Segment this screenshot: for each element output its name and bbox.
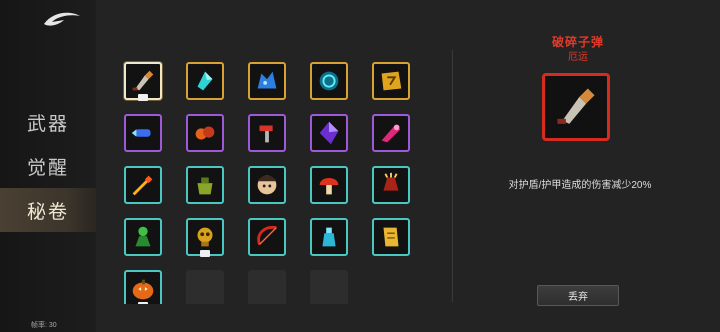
purple-crystal-icon	[319, 121, 339, 145]
shattered-bullet-icon	[557, 88, 595, 124]
scroll-slot[interactable]	[372, 218, 410, 256]
pink-blade-flare-icon	[381, 124, 401, 143]
scroll-grid[interactable]	[112, 54, 430, 304]
game-logo-icon	[44, 12, 80, 26]
red-mushroom-icon	[319, 177, 339, 195]
scroll-slot[interactable]	[310, 218, 348, 256]
detail-description: 对护盾/护甲造成的伤害减少20%	[508, 180, 652, 191]
green-potion-pot-icon	[197, 177, 213, 195]
cyan-crystal-shard-icon	[197, 71, 213, 91]
scroll-slot[interactable]	[248, 62, 286, 100]
character-face-icon	[257, 175, 277, 195]
scroll-slot[interactable]	[124, 166, 162, 204]
blue-bullet-burst-icon	[131, 129, 151, 137]
scroll-slot[interactable]	[186, 166, 224, 204]
scroll-slot[interactable]	[310, 62, 348, 100]
green-spirit-figure-icon	[135, 226, 151, 247]
detail-item-frame	[542, 73, 610, 141]
red-hammer-icon	[259, 125, 273, 143]
scroll-slot[interactable]	[372, 114, 410, 152]
sidebar: 武器 觉醒 秘卷 帧率: 30	[0, 0, 96, 332]
scroll-slot[interactable]	[372, 166, 410, 204]
golden-scroll-icon	[383, 227, 399, 247]
red-claw-gauntlet-icon	[383, 172, 399, 191]
empty-slot	[310, 270, 348, 304]
scroll-slot[interactable]	[248, 166, 286, 204]
red-bow-slash-icon	[257, 225, 277, 245]
empty-slot	[248, 270, 286, 304]
orange-orb-pair-icon	[195, 126, 215, 140]
discard-button-label: 丢弃	[568, 292, 588, 303]
teal-vortex-orb-icon	[319, 71, 339, 91]
scroll-slot[interactable]	[372, 62, 410, 100]
scroll-slot[interactable]	[310, 114, 348, 152]
tab-secret-scrolls[interactable]: 秘卷	[0, 188, 96, 232]
scroll-slot[interactable]	[124, 114, 162, 152]
discard-button[interactable]: 丢弃	[537, 285, 619, 306]
scroll-slot[interactable]	[310, 166, 348, 204]
cyan-potion-bottle-icon	[322, 227, 336, 247]
inventory-screen: 武器 觉醒 秘卷 帧率: 30 破碎子弹 厄运 对护盾/护甲造成的伤害减少20%…	[0, 0, 720, 332]
empty-slot	[186, 270, 224, 304]
tab-awaken[interactable]: 觉醒	[0, 144, 96, 188]
tab-weapons-label: 武器	[26, 112, 69, 135]
pumpkin-lantern-icon	[132, 279, 154, 300]
flaming-arrow-icon	[132, 175, 153, 196]
scroll-slot[interactable]	[248, 218, 286, 256]
panel-divider	[452, 50, 453, 302]
scroll-slot[interactable]	[124, 62, 162, 101]
scroll-slot[interactable]	[186, 218, 224, 257]
detail-subtitle: 厄运	[568, 52, 588, 63]
blue-wolf-spirit-icon	[257, 71, 277, 89]
golden-skull-totem-icon	[197, 227, 213, 247]
scroll-slot[interactable]	[248, 114, 286, 152]
scroll-slot[interactable]	[124, 270, 162, 304]
scroll-slot[interactable]	[124, 218, 162, 256]
scroll-slot[interactable]	[186, 114, 224, 152]
scroll-slot[interactable]	[186, 62, 224, 100]
shattered-bullet-icon	[132, 70, 154, 91]
lock-badge-icon	[138, 302, 148, 304]
lock-badge-icon	[138, 94, 148, 101]
tab-awaken-label: 觉醒	[26, 156, 69, 179]
tab-secret-scrolls-label: 秘卷	[26, 200, 69, 223]
golden-rune-stone-icon	[381, 71, 402, 91]
lock-badge-icon	[200, 250, 210, 257]
fps-readout: 帧率: 30	[31, 322, 57, 329]
tab-weapons[interactable]: 武器	[0, 100, 96, 144]
